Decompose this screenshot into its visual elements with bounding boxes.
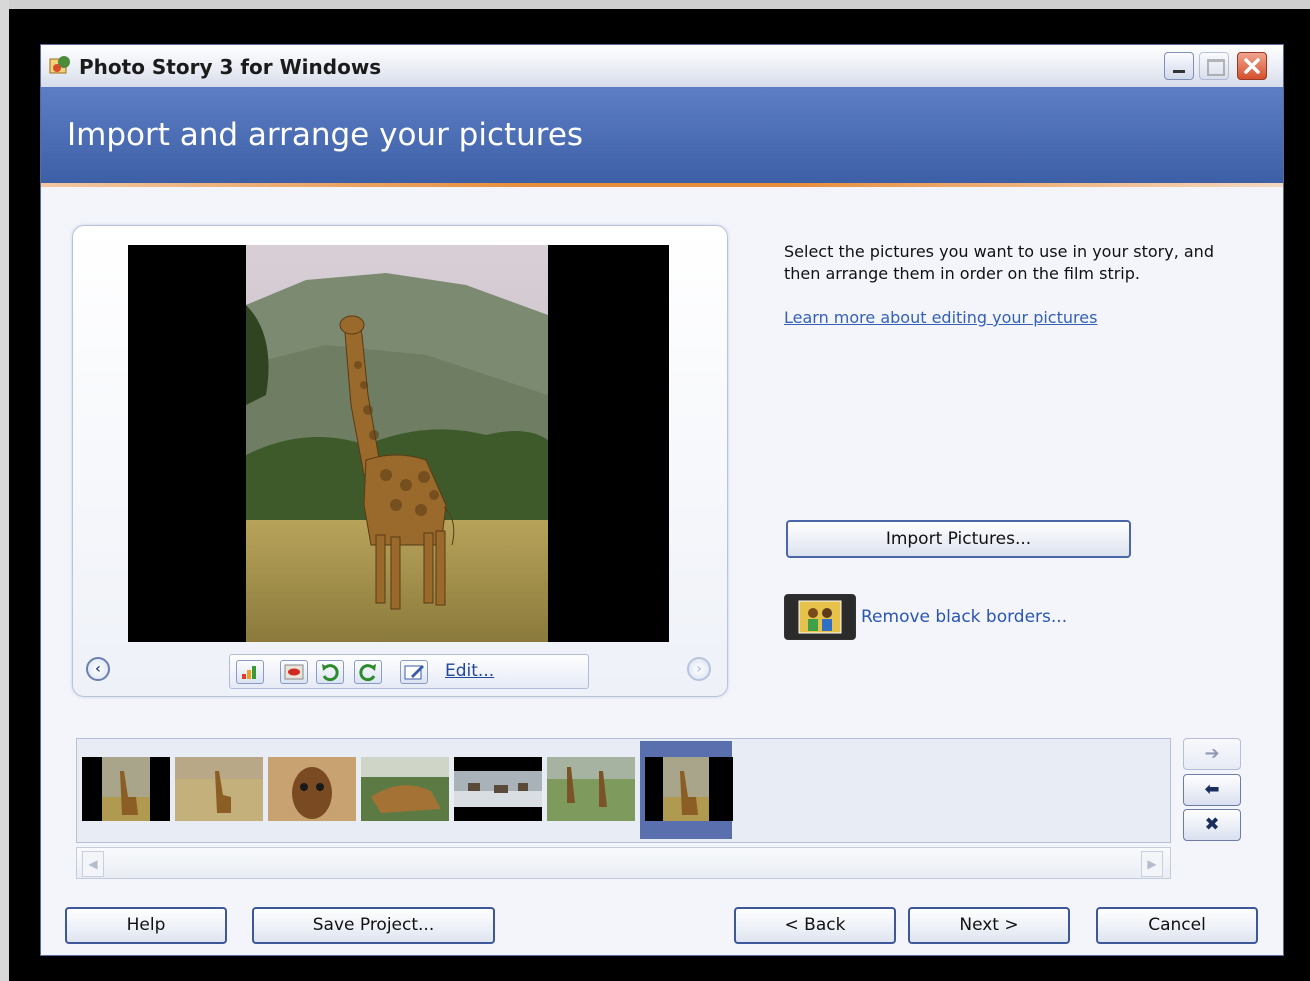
maximize-icon[interactable] bbox=[1199, 52, 1229, 80]
title-bar: Photo Story 3 for Windows bbox=[41, 45, 1283, 88]
help-button[interactable]: Help bbox=[65, 907, 227, 944]
herd-at-waterhole-thumbnail[interactable] bbox=[454, 757, 542, 821]
red-eye-icon[interactable] bbox=[280, 660, 308, 684]
red-eye-glyph bbox=[284, 664, 304, 680]
page-title: Import and arrange your pictures bbox=[67, 117, 584, 153]
giraffe-closeup-thumbnail[interactable] bbox=[268, 757, 356, 821]
scroll-right-icon[interactable]: ▶ bbox=[1141, 851, 1163, 877]
remove-borders-glyph bbox=[798, 600, 842, 634]
instructions-text: Select the pictures you want to use in y… bbox=[784, 242, 1214, 283]
minimize-icon[interactable] bbox=[1164, 52, 1194, 80]
move-left-button[interactable]: ⬅ bbox=[1183, 774, 1241, 806]
thumb-image-3 bbox=[268, 757, 356, 821]
next-button[interactable]: Next > bbox=[908, 907, 1070, 944]
import-pictures-button[interactable]: Import Pictures... bbox=[786, 520, 1131, 558]
picture-preview bbox=[128, 245, 669, 642]
desktop-edge-top bbox=[9, 0, 1310, 9]
auto-correct-glyph bbox=[242, 666, 256, 679]
scroll-left-icon[interactable]: ◀ bbox=[82, 851, 104, 877]
thumb-image-2 bbox=[175, 757, 263, 821]
rotate-right-glyph bbox=[359, 664, 376, 682]
picture-tools-bar: Edit... bbox=[229, 654, 589, 689]
save-project-button[interactable]: Save Project... bbox=[252, 907, 495, 944]
edit-icon[interactable] bbox=[400, 660, 428, 684]
thumb-image-4 bbox=[361, 757, 449, 821]
desktop-edge-left bbox=[0, 0, 9, 981]
auto-correct-icon[interactable] bbox=[236, 660, 264, 684]
thumb-image-6 bbox=[547, 757, 635, 821]
photo-story-icon bbox=[49, 56, 70, 74]
film-strip-scrollbar[interactable]: ◀ ▶ bbox=[76, 847, 1171, 879]
giraffe-savanna-thumbnail[interactable] bbox=[175, 757, 263, 821]
back-button[interactable]: < Back bbox=[734, 907, 896, 944]
cancel-button[interactable]: Cancel bbox=[1096, 907, 1258, 944]
giraffe-thumbnail[interactable] bbox=[82, 757, 170, 821]
delete-picture-button[interactable]: ✖ bbox=[1183, 809, 1241, 841]
window-title: Photo Story 3 for Windows bbox=[79, 55, 382, 79]
close-icon[interactable] bbox=[1237, 52, 1267, 80]
learn-more-link[interactable]: Learn more about editing your pictures bbox=[784, 308, 1097, 327]
header-accent-rule bbox=[41, 183, 1283, 187]
giraffe-head-thumbnail[interactable] bbox=[361, 757, 449, 821]
giraffes-group-thumbnail[interactable] bbox=[547, 757, 635, 821]
rotate-right-icon[interactable] bbox=[354, 660, 382, 684]
thumb-image-7 bbox=[645, 757, 727, 821]
preview-panel: ‹ Edit... › bbox=[72, 225, 728, 697]
previous-picture-button[interactable]: ‹ bbox=[86, 657, 110, 681]
remove-borders-icon[interactable] bbox=[784, 594, 856, 640]
giraffe-photo bbox=[128, 245, 669, 642]
edit-link[interactable]: Edit... bbox=[445, 661, 494, 681]
close-x-glyph bbox=[1244, 58, 1260, 74]
photo-story-window: Photo Story 3 for Windows Import and arr… bbox=[40, 44, 1284, 956]
film-strip bbox=[76, 738, 1171, 843]
page-header: Import and arrange your pictures bbox=[41, 87, 1283, 183]
move-right-button[interactable]: ➔ bbox=[1183, 738, 1241, 770]
thumb-image-5 bbox=[454, 757, 542, 821]
next-picture-button[interactable]: › bbox=[687, 657, 711, 681]
thumb-image-1 bbox=[82, 757, 170, 821]
rotate-left-icon[interactable] bbox=[316, 660, 344, 684]
edit-glyph bbox=[404, 665, 424, 680]
remove-black-borders-link[interactable]: Remove black borders... bbox=[861, 607, 1067, 627]
giraffe-thumbnail-selected[interactable] bbox=[645, 757, 733, 821]
rotate-left-glyph bbox=[322, 664, 339, 682]
